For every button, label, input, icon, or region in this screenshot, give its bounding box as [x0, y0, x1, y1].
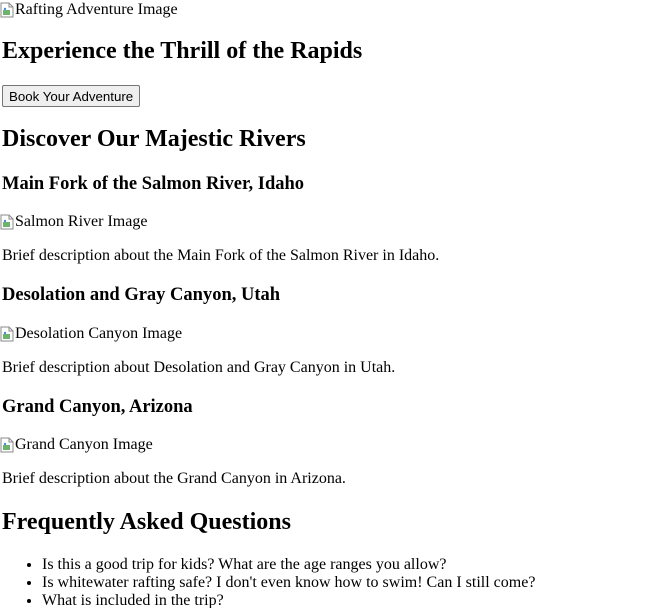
page: Rafting Adventure Image Experience the T… [0, 0, 652, 608]
river-description-salmon: Brief description about the Main Fork of… [2, 247, 440, 264]
faq-heading: Frequently Asked Questions [2, 509, 291, 535]
river-image-alt: Desolation Canyon Image [15, 325, 183, 342]
broken-image-icon [0, 214, 14, 230]
river-image-alt: Salmon River Image [15, 213, 148, 230]
broken-image-icon [0, 437, 14, 453]
river-image-salmon: Salmon River Image [0, 213, 147, 231]
river-title-salmon: Main Fork of the Salmon River, Idaho [2, 174, 305, 194]
faq-question: Is this a good trip for kids? What are t… [42, 556, 535, 574]
broken-image-icon [0, 326, 14, 342]
hero-image-alt: Rafting Adventure Image [15, 1, 178, 18]
book-adventure-button[interactable]: Book Your Adventure [2, 85, 141, 107]
river-image-desolation: Desolation Canyon Image [0, 325, 182, 343]
faq-question: What is included in the trip? [42, 592, 535, 608]
hero-image: Rafting Adventure Image [0, 1, 178, 19]
hero-title: Experience the Thrill of the Rapids [2, 38, 363, 64]
faq-list: Is this a good trip for kids? What are t… [2, 556, 535, 608]
river-image-alt: Grand Canyon Image [15, 436, 153, 453]
rivers-heading: Discover Our Majestic Rivers [2, 126, 306, 152]
river-image-grand-canyon: Grand Canyon Image [0, 436, 153, 454]
river-title-desolation: Desolation and Gray Canyon, Utah [2, 285, 281, 305]
river-description-desolation: Brief description about Desolation and G… [2, 359, 396, 376]
broken-image-icon [0, 2, 14, 18]
river-title-grand-canyon: Grand Canyon, Arizona [2, 397, 193, 417]
faq-question: Is whitewater rafting safe? I don't even… [42, 574, 535, 592]
river-description-grand-canyon: Brief description about the Grand Canyon… [2, 470, 346, 487]
